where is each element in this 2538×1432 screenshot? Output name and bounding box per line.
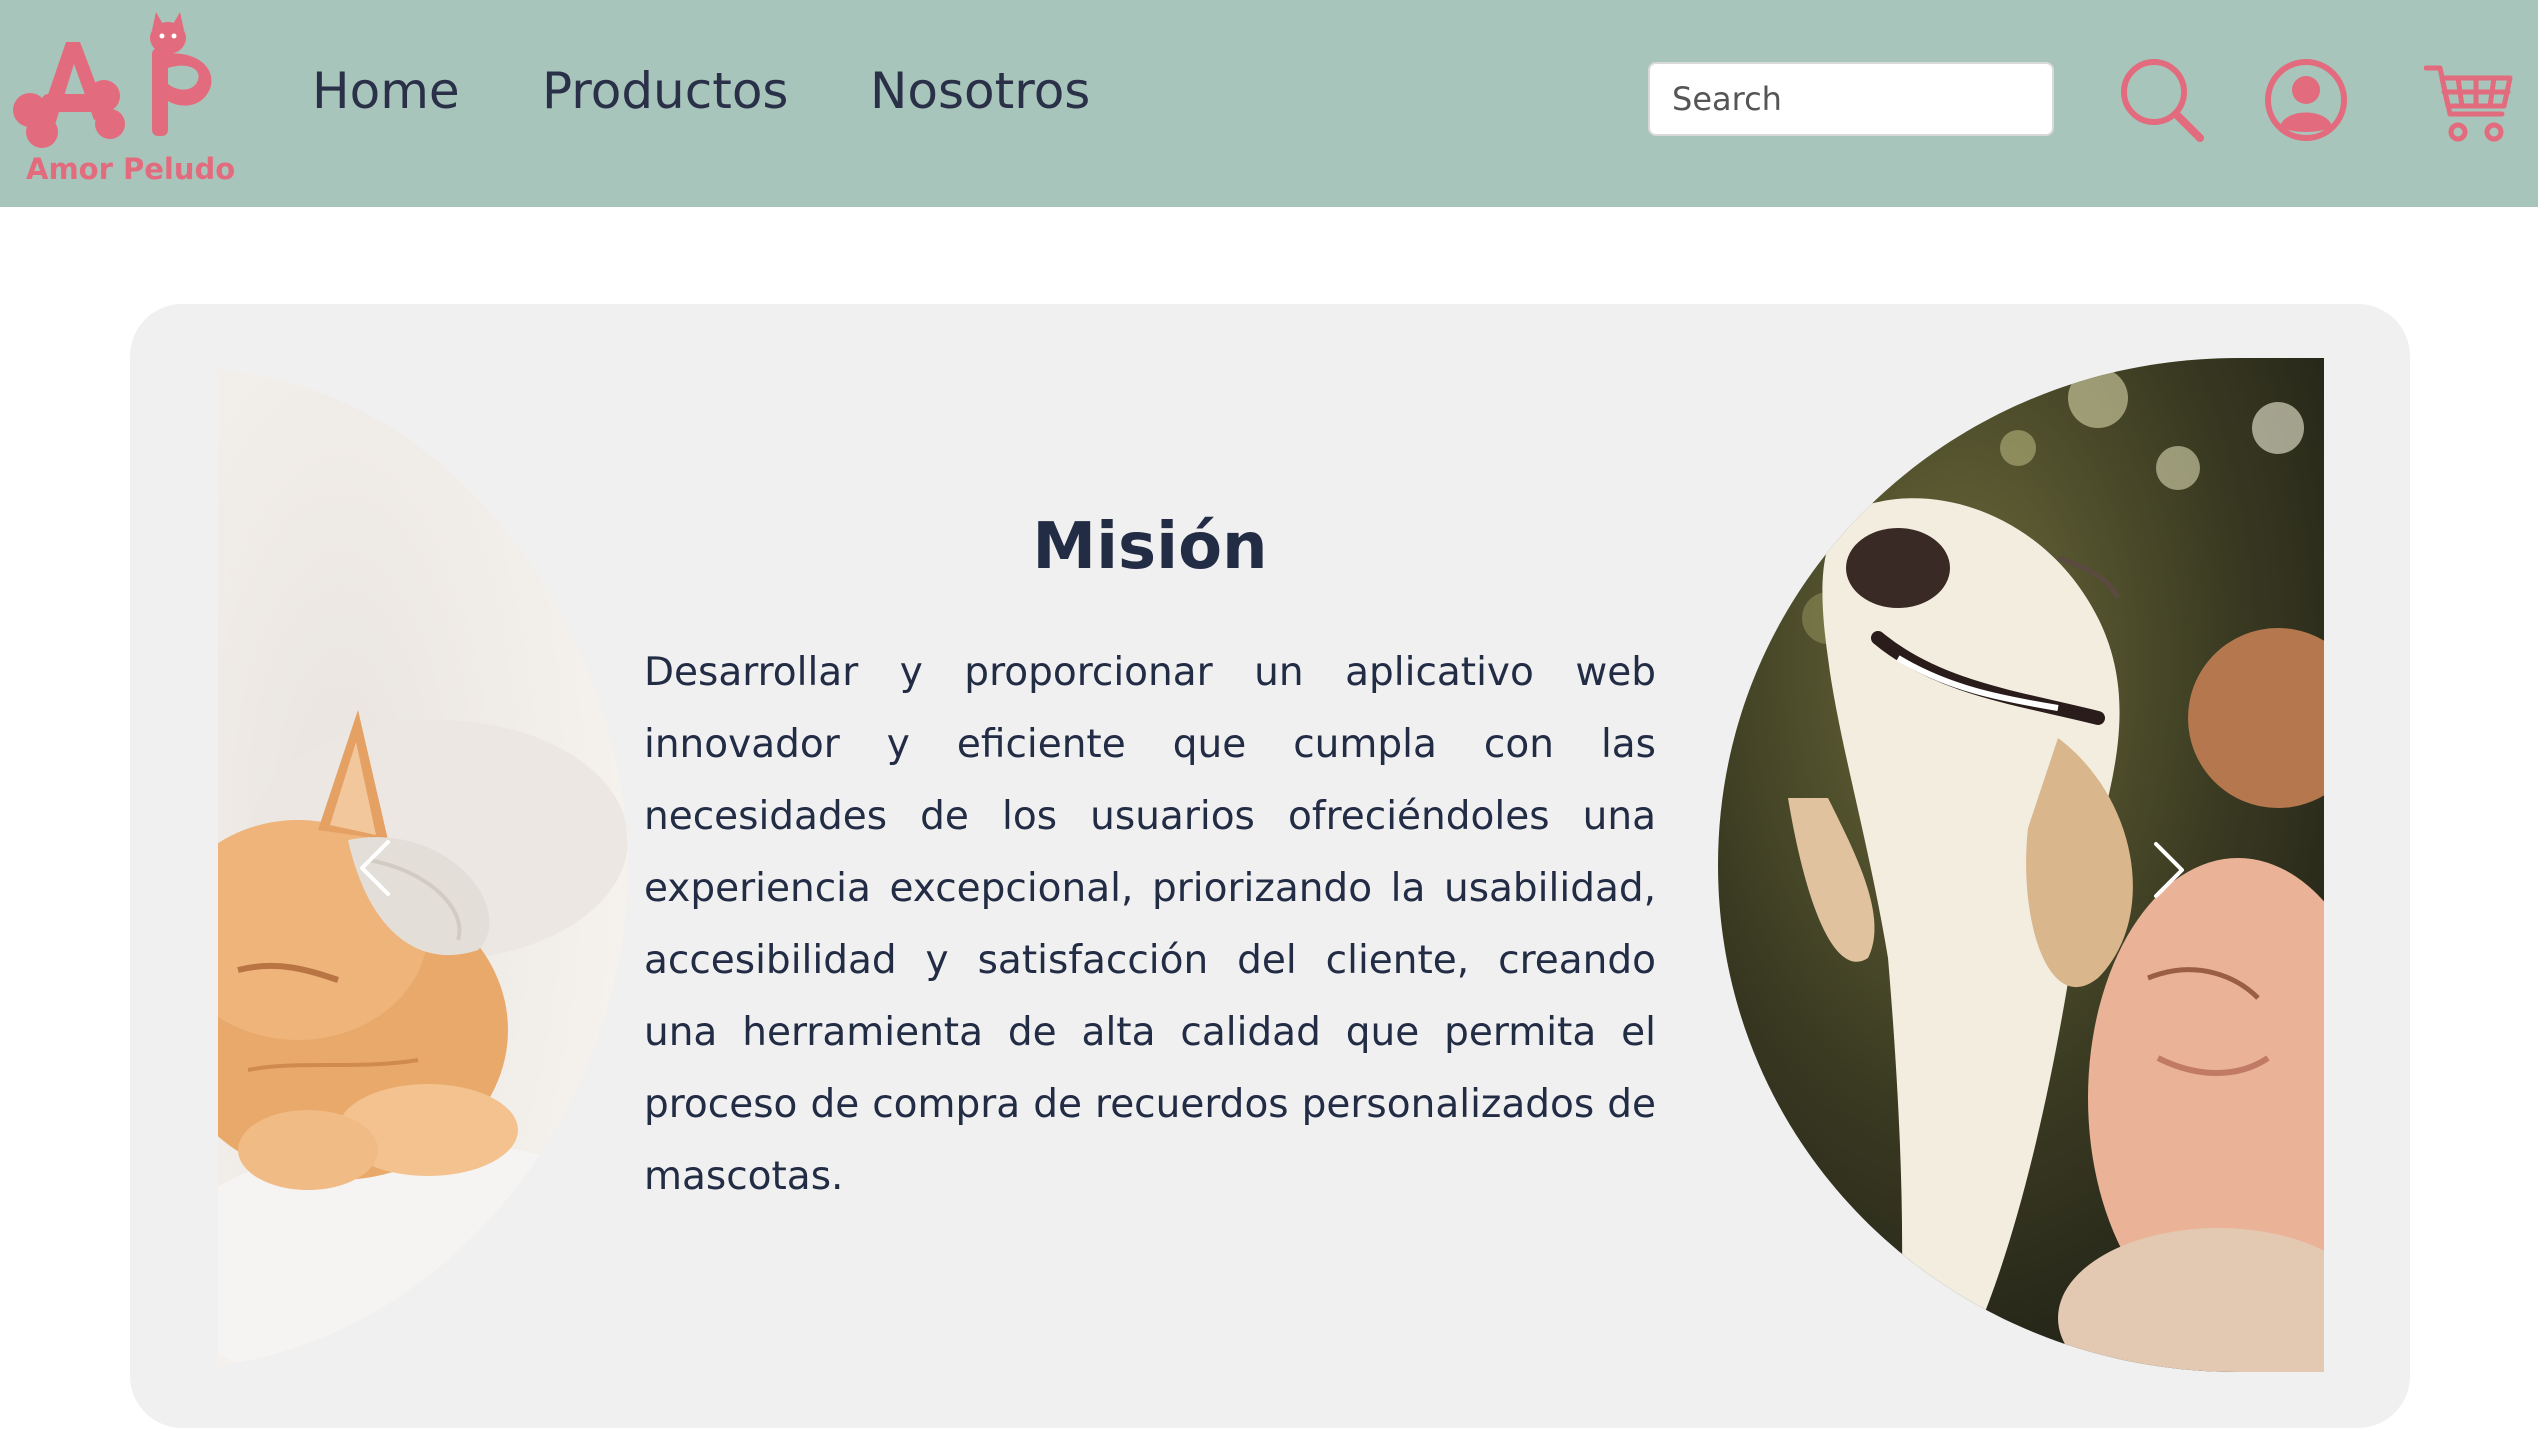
carousel-next-arrow-icon[interactable] xyxy=(2148,840,2188,900)
search-input[interactable] xyxy=(1648,62,2054,136)
logo-mark-icon xyxy=(13,12,212,148)
mission-text: Desarrollar y proporcionar un aplicativo… xyxy=(644,650,1656,1199)
brand-logo[interactable]: Amor Peludo xyxy=(8,12,236,192)
dog-and-woman-image xyxy=(1718,358,2324,1372)
nav-item-productos[interactable]: Productos xyxy=(542,62,788,120)
nav-item-home[interactable]: Home xyxy=(312,62,460,120)
search-icon[interactable] xyxy=(2118,56,2204,142)
user-icon[interactable] xyxy=(2264,58,2348,142)
carousel-prev-arrow-icon[interactable] xyxy=(356,838,396,898)
nav-item-nosotros[interactable]: Nosotros xyxy=(870,62,1090,120)
cart-icon[interactable] xyxy=(2423,62,2514,144)
mission-title: Misión xyxy=(1032,510,1268,584)
kitten-image xyxy=(218,370,628,1366)
site-header: Amor Peludo Home Productos Nosotros xyxy=(0,0,2538,207)
brand-name: Amor Peludo xyxy=(26,152,236,186)
